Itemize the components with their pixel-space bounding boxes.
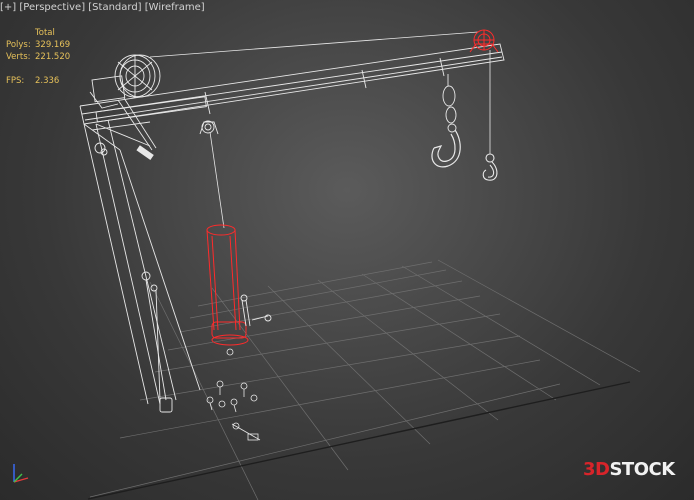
- pump-lever[interactable]: [240, 294, 272, 327]
- small-hook-icon[interactable]: [482, 153, 498, 181]
- viewport-label-menu[interactable]: [+] [Perspective] [Standard] [Wireframe]: [0, 2, 205, 13]
- viewport-scene[interactable]: [0, 0, 694, 500]
- loose-bolts[interactable]: [206, 348, 261, 441]
- ground-axis-line: [87, 381, 631, 500]
- viewport-style-menu[interactable]: [Wireframe]: [145, 2, 205, 13]
- viewport-shading-menu[interactable]: [Standard]: [88, 2, 141, 13]
- polys-label: Polys:: [6, 40, 31, 50]
- viewport-plus-menu[interactable]: [+]: [0, 2, 16, 13]
- fps-value: 2.336: [35, 76, 60, 86]
- verts-label: Verts:: [6, 52, 31, 62]
- top-pulley[interactable]: [469, 29, 499, 53]
- viewport-view-menu[interactable]: [Perspective]: [19, 2, 85, 13]
- watermark-stock: STOCK: [609, 459, 675, 480]
- mid-pulley[interactable]: [199, 120, 219, 135]
- crane-mast[interactable]: [83, 119, 201, 405]
- axis-gizmo: [13, 464, 29, 483]
- polys-value: 329.169: [35, 40, 71, 50]
- hook-block[interactable]: [442, 74, 457, 133]
- watermark-3d: 3D: [583, 459, 610, 480]
- hydraulic-cylinder[interactable]: [206, 224, 249, 346]
- stats-header: Total: [35, 28, 55, 38]
- large-hook-icon[interactable]: [431, 129, 461, 168]
- ground-grid: [89, 259, 641, 500]
- verts-value: 221.520: [35, 52, 71, 62]
- main-cable: [149, 31, 479, 58]
- 3d-viewport[interactable]: [+] [Perspective] [Standard] [Wireframe]…: [0, 0, 694, 500]
- watermark-logo: 3DSTOCK: [583, 459, 675, 480]
- pump-cable: [209, 131, 225, 229]
- fps-label: FPS:: [6, 76, 25, 86]
